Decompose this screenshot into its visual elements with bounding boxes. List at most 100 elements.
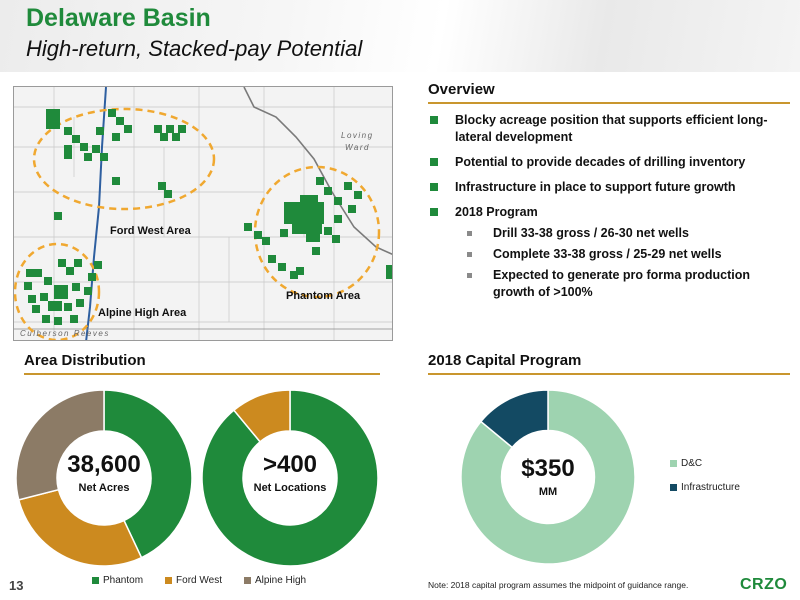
acreage-block xyxy=(332,235,340,243)
acreage-block xyxy=(158,182,166,190)
capital-program-heading: 2018 Capital Program xyxy=(428,352,582,369)
map-county-ward: Ward xyxy=(345,143,370,152)
acreage-block xyxy=(254,231,262,239)
legend-label-ford-west: Ford West xyxy=(176,575,222,586)
capital-legend: D&C Infrastructure xyxy=(670,458,762,493)
acreage-block xyxy=(34,269,42,277)
acreage-block xyxy=(292,224,322,234)
bullet-program: 2018 Program xyxy=(430,204,790,221)
acreage-block xyxy=(32,305,40,313)
acreage-block xyxy=(280,229,288,237)
overview-bullets: Blocky acreage position that supports ef… xyxy=(430,112,790,305)
acreage-block xyxy=(54,212,62,220)
capital-program-rule xyxy=(428,373,790,375)
acreage-block xyxy=(28,295,36,303)
acreage-block xyxy=(306,234,320,242)
acreage-block xyxy=(40,293,48,301)
acreage-block xyxy=(26,269,34,277)
acreage-block xyxy=(92,145,100,153)
acreage-block xyxy=(124,125,132,133)
sub-bullet-growth: Expected to generate pro forma productio… xyxy=(430,267,790,301)
legend-item-ford-west: Ford West xyxy=(165,575,222,586)
overview-heading: Overview xyxy=(428,81,495,98)
page-title: Delaware Basin xyxy=(26,4,211,32)
acreage-block xyxy=(64,145,72,159)
acreage-block xyxy=(64,127,72,135)
acreage-block xyxy=(312,247,320,255)
acreage-block xyxy=(94,261,102,269)
legend-item-dc: D&C xyxy=(670,458,702,469)
footnote: Note: 2018 capital program assumes the m… xyxy=(428,580,689,590)
net-acres-center: 38,600 Net Acres xyxy=(44,451,164,495)
bullet-infrastructure: Infrastructure in place to support futur… xyxy=(430,179,790,196)
acreage-block xyxy=(84,153,92,161)
acreage-block xyxy=(70,315,78,323)
acreage-block xyxy=(54,285,68,299)
acreage-block xyxy=(178,125,186,133)
net-acres-value: 38,600 xyxy=(67,451,141,478)
legend-swatch-ford-west xyxy=(165,577,173,584)
acreage-block xyxy=(108,109,116,117)
acreage-block xyxy=(116,117,124,125)
acreage-block xyxy=(76,299,84,307)
acreage-block xyxy=(278,263,286,271)
net-locations-label: Net Locations xyxy=(253,482,327,494)
acreage-block xyxy=(348,205,356,213)
acreage-block xyxy=(72,135,80,143)
sub-bullet-drill: Drill 33-38 gross / 26-30 net wells xyxy=(430,225,790,242)
acreage-block xyxy=(284,202,324,224)
acreage-block xyxy=(354,191,362,199)
legend-label-dc: D&C xyxy=(681,458,703,469)
acreage-block xyxy=(166,125,174,133)
net-acres-label: Net Acres xyxy=(78,482,130,494)
acreage-block xyxy=(44,277,52,285)
overview-rule xyxy=(428,102,790,104)
map-label-ford-west: Ford West Area xyxy=(110,225,191,237)
acreage-block xyxy=(96,127,104,135)
map-county-loving: Loving xyxy=(341,131,374,140)
legend-label-infrastructure: Infrastructure xyxy=(681,482,740,493)
acreage-block xyxy=(74,259,82,267)
acreage-block xyxy=(296,267,304,275)
bullet-inventory: Potential to provide decades of drilling… xyxy=(430,154,790,171)
legend-label-phantom: Phantom xyxy=(103,575,144,586)
legend-swatch-alpine-high xyxy=(243,577,251,584)
acreage-block xyxy=(160,133,168,141)
sub-bullet-complete: Complete 33-38 gross / 25-29 net wells xyxy=(430,246,790,263)
acreage-block xyxy=(112,133,120,141)
acreage-block xyxy=(334,215,342,223)
acreage-block xyxy=(80,143,88,151)
acreage-block xyxy=(112,177,120,185)
acreage-block xyxy=(324,187,332,195)
acreage-block xyxy=(48,301,62,311)
acreage-block xyxy=(54,317,62,325)
area-distribution-rule xyxy=(24,373,380,375)
acreage-block xyxy=(66,267,74,275)
net-locations-value: >400 xyxy=(262,451,318,478)
legend-label-alpine-high: Alpine High xyxy=(254,575,307,586)
header: Delaware Basin High-return, Stacked-pay … xyxy=(0,0,800,72)
map-county-culberson-reeves: Culberson Reeves xyxy=(20,329,110,338)
capital-unit: MM xyxy=(538,486,558,498)
page-number: 13 xyxy=(9,578,24,593)
acreage-block xyxy=(58,259,66,267)
acreage-block xyxy=(268,255,276,263)
acreage-block xyxy=(100,153,108,161)
acreage-block xyxy=(262,237,270,245)
acreage-block xyxy=(300,195,318,203)
page-subtitle: High-return, Stacked-pay Potential xyxy=(26,36,363,61)
acreage-block xyxy=(386,265,392,279)
legend-swatch-phantom xyxy=(92,577,99,584)
acreage-block xyxy=(244,223,252,231)
acreage-block xyxy=(324,227,332,235)
acreage-block xyxy=(172,133,180,141)
map-graphic xyxy=(14,87,392,340)
acreage-block xyxy=(316,177,324,185)
net-locations-center: >400 Net Locations xyxy=(230,451,350,495)
acreage-block xyxy=(88,273,96,281)
legend-item-phantom: Phantom xyxy=(92,575,143,586)
capital-center: $350 MM xyxy=(488,455,608,499)
capital-value: $350 xyxy=(521,455,575,482)
bullet-acreage: Blocky acreage position that supports ef… xyxy=(430,112,790,146)
acreage-block xyxy=(334,197,342,205)
